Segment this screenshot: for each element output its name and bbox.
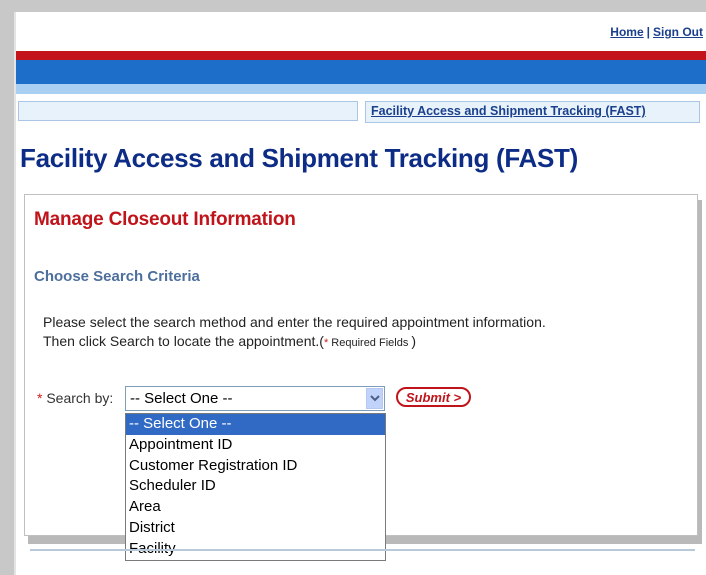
link-separator: |	[646, 25, 650, 39]
top-links: Home | Sign Out	[610, 25, 703, 39]
page-title: Facility Access and Shipment Tracking (F…	[20, 143, 578, 173]
required-fields-text: Required Fields	[328, 337, 412, 349]
footer-divider	[30, 549, 695, 551]
instruction-line-2: Then click Search to locate the appointm…	[43, 332, 546, 353]
window-frame-left	[0, 0, 14, 575]
breadcrumb-fast-link[interactable]: Facility Access and Shipment Tracking (F…	[371, 104, 646, 118]
instructions: Please select the search method and ente…	[43, 313, 546, 353]
search-by-text: Search by:	[42, 390, 114, 406]
dropdown-option-area[interactable]: Area	[126, 497, 385, 518]
instruction-line-2-text: Then click Search to locate the appointm…	[43, 333, 320, 349]
dropdown-option-customer-registration-id[interactable]: Customer Registration ID	[126, 456, 385, 477]
instruction-line-1: Please select the search method and ente…	[43, 314, 546, 330]
header-red-bar	[16, 51, 706, 60]
window-frame-top	[0, 0, 706, 12]
select-value: -- Select One --	[130, 390, 233, 407]
search-by-dropdown-list: -- Select One -- Appointment ID Customer…	[125, 413, 386, 561]
search-by-select[interactable]: -- Select One --	[125, 386, 385, 411]
breadcrumb: Facility Access and Shipment Tracking (F…	[365, 101, 700, 123]
submit-button[interactable]: Submit >	[396, 387, 471, 407]
dropdown-option-district[interactable]: District	[126, 518, 385, 539]
window-frame-inner	[14, 12, 16, 575]
required-note: (* Required Fields )	[319, 333, 417, 349]
dropdown-option-select-one[interactable]: -- Select One --	[126, 414, 385, 435]
dropdown-option-scheduler-id[interactable]: Scheduler ID	[126, 476, 385, 497]
chevron-down-icon[interactable]	[366, 388, 383, 409]
search-by-label: * Search by:	[37, 390, 113, 406]
header-blue-bar	[16, 60, 706, 84]
sign-out-link[interactable]: Sign Out	[653, 25, 703, 39]
breadcrumb-spacer	[18, 101, 358, 121]
section-title: Manage Closeout Information	[34, 209, 296, 230]
criteria-title: Choose Search Criteria	[34, 268, 200, 285]
dropdown-option-appointment-id[interactable]: Appointment ID	[126, 435, 385, 456]
header-lightblue-bar	[16, 84, 706, 94]
home-link[interactable]: Home	[610, 25, 643, 39]
